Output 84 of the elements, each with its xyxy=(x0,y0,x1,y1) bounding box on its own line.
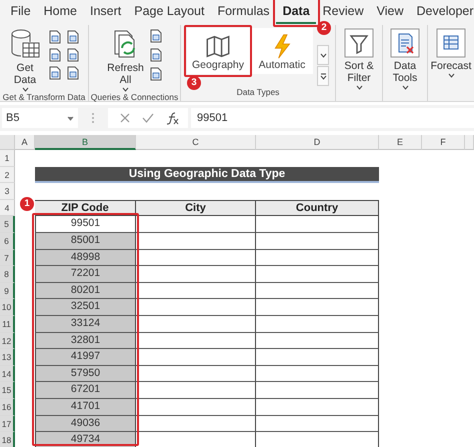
table-cell[interactable]: 49036 xyxy=(35,416,136,432)
column-header[interactable]: E xyxy=(379,135,422,150)
table-cell[interactable]: 57950 xyxy=(35,366,136,382)
group-label: Get & Transform Data xyxy=(2,92,86,102)
row-header[interactable]: 3 xyxy=(0,183,15,200)
forecast-icon xyxy=(436,28,466,58)
document-icon xyxy=(66,48,80,62)
scroll-down-button[interactable] xyxy=(317,45,329,65)
row-header[interactable]: 7 xyxy=(0,250,15,266)
check-icon xyxy=(142,113,154,123)
document-icon xyxy=(148,48,162,62)
document-icon xyxy=(48,66,62,80)
group-label: Queries & Connections xyxy=(90,92,180,102)
ribbon-button[interactable]: Refresh All xyxy=(106,28,144,92)
ribbon-tab[interactable]: Home xyxy=(37,1,84,24)
caret-icon xyxy=(320,52,326,58)
ribbon-tab[interactable]: View xyxy=(370,1,410,24)
grip-icon xyxy=(91,112,95,124)
funnel-icon xyxy=(344,28,374,58)
table-cell[interactable]: 67201 xyxy=(35,382,136,399)
document-icon xyxy=(148,29,162,43)
ribbon-tab[interactable]: Insert xyxy=(84,1,128,24)
table-cell[interactable]: 32501 xyxy=(35,299,136,316)
table-header: City xyxy=(136,200,256,216)
ribbon-tab[interactable]: Data xyxy=(276,1,316,24)
row-header[interactable]: 4 xyxy=(0,200,15,216)
table-cell[interactable]: 80201 xyxy=(35,282,136,300)
ribbon-button[interactable]: Forecast xyxy=(432,28,470,78)
data-type-button[interactable]: Geography xyxy=(187,28,249,74)
column-header[interactable]: C xyxy=(136,135,256,150)
row-header[interactable]: 8 xyxy=(0,266,15,283)
table-cell[interactable]: 48998 xyxy=(35,250,136,266)
document-icon xyxy=(48,30,62,44)
ribbon-button[interactable]: Data Tools xyxy=(386,28,424,90)
function-icon xyxy=(166,112,180,124)
row-header[interactable]: 13 xyxy=(0,349,15,366)
row-header[interactable]: 12 xyxy=(0,332,15,350)
document-icon xyxy=(66,66,80,80)
table-cell[interactable]: 99501 xyxy=(35,216,136,233)
row-header[interactable]: 10 xyxy=(0,299,15,316)
row-header[interactable]: 18 xyxy=(0,432,15,447)
column-header[interactable]: D xyxy=(256,135,379,150)
table-cell[interactable]: 41701 xyxy=(35,398,136,416)
row-header[interactable]: 16 xyxy=(0,398,15,416)
table-cell[interactable]: 32801 xyxy=(35,332,136,350)
more-icon xyxy=(320,72,326,80)
more-button[interactable] xyxy=(317,66,329,86)
document-icon xyxy=(48,48,62,62)
document-icon xyxy=(148,67,162,81)
ribbon-tab[interactable]: Page Layout xyxy=(128,1,211,24)
sheet-title: Using Geographic Data Type xyxy=(35,166,379,184)
row-header[interactable]: 14 xyxy=(0,366,15,382)
ribbon-tab[interactable]: Developer xyxy=(410,1,474,24)
ribbon-tab[interactable]: Review xyxy=(316,1,370,24)
row-header[interactable]: 5 xyxy=(0,216,15,233)
row-header[interactable]: 15 xyxy=(0,382,15,399)
column-header[interactable]: B xyxy=(35,135,136,150)
highlight-frame xyxy=(184,25,252,77)
row-header[interactable]: 6 xyxy=(0,232,15,250)
ribbon-tab[interactable]: File xyxy=(4,1,38,24)
table-cell[interactable]: 85001 xyxy=(35,232,136,250)
group-label: Data Types xyxy=(236,87,280,99)
table-cell[interactable]: 72201 xyxy=(35,266,136,283)
database-icon xyxy=(9,28,41,60)
table-header: Country xyxy=(256,200,379,216)
column-header[interactable]: F xyxy=(422,135,465,150)
table-cell[interactable]: 33124 xyxy=(35,316,136,333)
ribbon-tab[interactable]: Formulas xyxy=(210,1,276,24)
document-icon xyxy=(66,30,80,44)
data-tools-icon xyxy=(390,28,420,58)
table-cell[interactable]: 41997 xyxy=(35,349,136,366)
ribbon-button[interactable]: Get Data xyxy=(6,28,44,92)
row-header[interactable]: 9 xyxy=(0,282,15,300)
column-header[interactable]: A xyxy=(15,135,35,150)
data-type-button[interactable]: Automatic xyxy=(251,28,313,74)
row-header[interactable]: 1 xyxy=(0,150,15,167)
row-header[interactable]: 17 xyxy=(0,416,15,432)
formula-field[interactable]: 99501 xyxy=(191,108,474,128)
ribbon-button[interactable]: Sort & Filter xyxy=(340,28,378,90)
caret-icon xyxy=(67,116,74,120)
name-box[interactable]: B5 xyxy=(2,108,78,128)
row-header[interactable]: 2 xyxy=(0,166,15,184)
row-header[interactable]: 11 xyxy=(0,316,15,333)
cancel-icon xyxy=(120,113,130,123)
